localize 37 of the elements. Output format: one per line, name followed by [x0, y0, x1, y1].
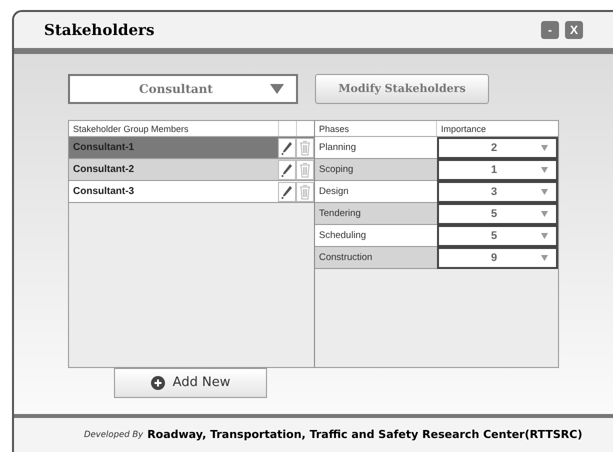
- importance-dropdown[interactable]: 3: [437, 181, 558, 203]
- minimize-button[interactable]: -: [541, 21, 559, 39]
- table-cell: Tendering: [315, 203, 437, 225]
- plus-circle-icon: [150, 376, 165, 390]
- window-title: Stakeholders: [44, 20, 154, 41]
- modify-stakeholders-button[interactable]: Modify Stakeholders: [315, 74, 489, 104]
- dropdown-arrow-icon: [541, 233, 548, 239]
- credit-text: Roadway, Transportation, Traffic and Safety Research Center(RTTSRC): [147, 426, 582, 443]
- add-new-button[interactable]: Add New: [114, 368, 267, 398]
- table-cell: Scheduling: [315, 225, 437, 247]
- table-cell: Planning: [315, 137, 437, 159]
- member-row[interactable]: Consultant-2: [69, 159, 314, 181]
- column-header: Stakeholder Group Members: [72, 123, 190, 136]
- dropdown-arrow-icon: [541, 189, 548, 195]
- importance-dropdown[interactable]: 2: [437, 137, 558, 159]
- importance-dropdown[interactable]: 5: [437, 203, 558, 225]
- close-button[interactable]: X: [565, 21, 583, 39]
- column-header: Importance: [440, 123, 488, 136]
- pencil-icon[interactable]: [281, 184, 293, 198]
- pencil-icon[interactable]: [281, 162, 293, 176]
- member-row[interactable]: Consultant-3: [69, 181, 314, 203]
- group-dropdown[interactable]: Consultant: [68, 74, 298, 104]
- dropdown-arrow-icon: [270, 84, 284, 94]
- member-row[interactable]: Consultant-1: [69, 137, 314, 159]
- table-cell: Scoping: [315, 159, 437, 181]
- dropdown-arrow-icon: [541, 255, 548, 261]
- credit-prefix: Developed By: [84, 428, 144, 442]
- dropdown-arrow-icon: [541, 145, 548, 151]
- pencil-icon[interactable]: [281, 140, 293, 154]
- column-header: Phases: [315, 121, 437, 136]
- table-cell: Design: [315, 181, 437, 203]
- importance-dropdown[interactable]: 5: [437, 225, 558, 247]
- importance-dropdown[interactable]: 1: [437, 159, 558, 181]
- dropdown-arrow-icon: [541, 167, 548, 173]
- dropdown-arrow-icon: [541, 211, 548, 217]
- table-cell: Construction: [315, 247, 437, 269]
- importance-dropdown[interactable]: 9: [437, 247, 558, 269]
